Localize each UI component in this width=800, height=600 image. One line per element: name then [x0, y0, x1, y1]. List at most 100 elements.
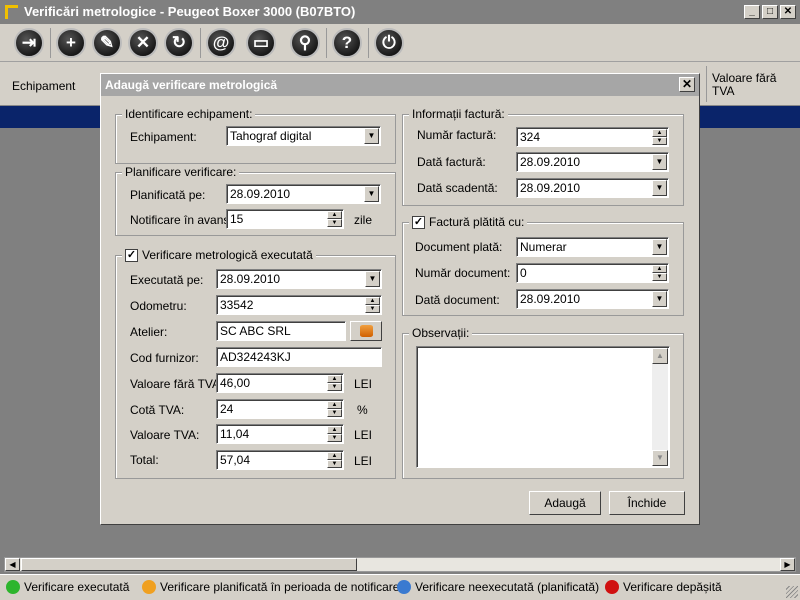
executed-group: ✓ Verificare metrologică executată Execu… — [115, 248, 396, 479]
resize-grip-icon[interactable] — [786, 586, 798, 598]
column-header-value-no-vat[interactable]: Valoare fără TVA — [712, 72, 792, 98]
total-stepper[interactable]: 57,04 ▲ ▼ — [216, 450, 344, 470]
spin-up-icon[interactable]: ▲ — [327, 452, 342, 460]
payment-doc-label: Document plată: — [415, 240, 503, 254]
vat-rate-stepper[interactable]: 24 ▲ ▼ — [216, 399, 344, 419]
workshop-lookup-button[interactable] — [350, 321, 382, 341]
vat-value-stepper[interactable]: 11,04 ▲ ▼ — [216, 424, 344, 444]
close-window-button[interactable]: ✕ — [780, 5, 796, 19]
scrollbar-thumb[interactable] — [21, 558, 357, 571]
spin-up-icon[interactable]: ▲ — [327, 401, 342, 409]
print-icon[interactable]: ▭ — [246, 28, 276, 58]
toolbar-separator — [50, 28, 51, 58]
value-no-vat-label: Valoare fără TVA: — [130, 377, 224, 391]
spin-down-icon[interactable]: ▼ — [652, 137, 667, 145]
spin-down-icon[interactable]: ▼ — [327, 434, 342, 442]
search-icon[interactable]: ⚲ — [290, 28, 320, 58]
spin-down-icon[interactable]: ▼ — [327, 409, 342, 417]
spin-up-icon[interactable]: ▲ — [365, 297, 380, 305]
invoice-number-label: Număr factură: — [417, 128, 497, 142]
chevron-down-icon[interactable]: ▼ — [365, 271, 380, 287]
spin-up-icon[interactable]: ▲ — [652, 265, 667, 273]
toolbar-separator — [326, 28, 327, 58]
spin-down-icon[interactable]: ▼ — [365, 305, 380, 313]
supplier-code-field[interactable]: AD324243KJ — [216, 347, 382, 367]
chevron-down-icon[interactable]: ▼ — [364, 128, 379, 144]
spin-up-icon[interactable]: ▲ — [327, 375, 342, 383]
executed-date-field[interactable]: 28.09.2010 ▼ — [216, 269, 382, 289]
planning-group: Planificare verificare: Planificată pe: … — [115, 165, 396, 236]
legend-planned: Verificare neexecutată (planificată) — [397, 580, 599, 594]
vat-value: 11,04 — [220, 427, 250, 441]
paid-checkbox[interactable]: ✓ — [412, 215, 425, 229]
spin-down-icon[interactable]: ▼ — [652, 273, 667, 281]
exit-icon[interactable]: ⇥ — [14, 28, 44, 58]
minimize-button[interactable]: _ — [744, 5, 760, 19]
email-icon[interactable]: @ — [206, 28, 236, 58]
workshop-field[interactable]: SC ABC SRL — [216, 321, 346, 341]
horizontal-scrollbar[interactable]: ◀ ▶ — [4, 557, 796, 572]
doc-date-value: 28.09.2010 — [520, 292, 581, 306]
vat-rate-label: Cotă TVA: — [130, 403, 185, 417]
executed-checkbox[interactable]: ✓ — [125, 248, 138, 262]
maximize-button[interactable]: □ — [762, 5, 778, 19]
payment-doc-select[interactable]: Numerar ▼ — [516, 237, 669, 257]
power-icon[interactable]: ⏻ — [374, 28, 404, 58]
delete-icon[interactable]: ✕ — [128, 28, 158, 58]
add-icon[interactable]: + — [56, 28, 86, 58]
close-icon[interactable]: ✕ — [679, 77, 695, 92]
chevron-down-icon[interactable]: ▼ — [652, 154, 667, 170]
scroll-right-icon[interactable]: ▶ — [780, 558, 795, 571]
vat-rate-unit: % — [357, 403, 368, 417]
notify-days-stepper[interactable]: 15 ▲ ▼ — [226, 209, 344, 229]
notes-textarea[interactable]: ▲ ▼ — [416, 346, 670, 468]
spin-down-icon[interactable]: ▼ — [327, 383, 342, 391]
planned-date-field[interactable]: 28.09.2010 ▼ — [226, 184, 381, 204]
chevron-down-icon[interactable]: ▼ — [652, 239, 667, 255]
chevron-down-icon[interactable]: ▼ — [652, 291, 667, 307]
database-icon — [360, 325, 373, 337]
spin-up-icon[interactable]: ▲ — [652, 129, 667, 137]
spin-up-icon[interactable]: ▲ — [327, 211, 342, 219]
legend-label: Verificare planificată în perioada de no… — [160, 580, 400, 594]
dialog-title: Adaugă verificare metrologică — [105, 78, 278, 92]
scroll-left-icon[interactable]: ◀ — [5, 558, 20, 571]
doc-date-field[interactable]: 28.09.2010 ▼ — [516, 289, 669, 309]
notes-scrollbar[interactable]: ▲ ▼ — [652, 348, 668, 466]
doc-number-value: 0 — [520, 266, 527, 280]
add-button[interactable]: Adaugă — [529, 491, 601, 515]
due-date-field[interactable]: 28.09.2010 ▼ — [516, 178, 669, 198]
payment-group: ✓ Factură plătită cu: Document plată: Nu… — [402, 215, 684, 316]
blue-status-icon — [397, 580, 411, 594]
doc-number-stepper[interactable]: 0 ▲ ▼ — [516, 263, 669, 283]
group-title: Informații factură: — [412, 107, 505, 121]
chevron-down-icon[interactable]: ▼ — [364, 186, 379, 202]
odometer-stepper[interactable]: 33542 ▲ ▼ — [216, 295, 382, 315]
scroll-up-icon[interactable]: ▲ — [652, 348, 668, 364]
invoice-date-field[interactable]: 28.09.2010 ▼ — [516, 152, 669, 172]
scroll-down-icon[interactable]: ▼ — [652, 450, 668, 466]
equipment-select[interactable]: Tahograf digital ▼ — [226, 126, 381, 146]
spin-down-icon[interactable]: ▼ — [327, 219, 342, 227]
due-date-label: Dată scadentă: — [417, 181, 498, 195]
refresh-icon[interactable]: ↻ — [164, 28, 194, 58]
notify-label: Notificare în avans: — [130, 213, 233, 227]
equipment-group: Identificare echipament: Echipament: Tah… — [115, 107, 396, 164]
spin-down-icon[interactable]: ▼ — [327, 460, 342, 468]
column-header-equipment[interactable]: Echipament — [12, 79, 75, 93]
edit-icon[interactable]: ✎ — [92, 28, 122, 58]
workshop-label: Atelier: — [130, 325, 168, 339]
group-title: Planificare verificare: — [125, 165, 237, 179]
equipment-value: Tahograf digital — [230, 129, 312, 143]
value-no-vat-stepper[interactable]: 46,00 ▲ ▼ — [216, 373, 344, 393]
spin-up-icon[interactable]: ▲ — [327, 426, 342, 434]
chevron-down-icon[interactable]: ▼ — [652, 180, 667, 196]
help-icon[interactable]: ? — [332, 28, 362, 58]
notes-group: Observații: ▲ ▼ — [402, 326, 684, 479]
invoice-group: Informații factură: Număr factură: 324 ▲… — [402, 107, 684, 206]
value-unit: LEI — [354, 377, 373, 391]
close-button[interactable]: Închide — [609, 491, 685, 515]
invoice-number-stepper[interactable]: 324 ▲ ▼ — [516, 127, 669, 147]
odometer-label: Odometru: — [130, 299, 187, 313]
invoice-number-value: 324 — [520, 130, 541, 144]
